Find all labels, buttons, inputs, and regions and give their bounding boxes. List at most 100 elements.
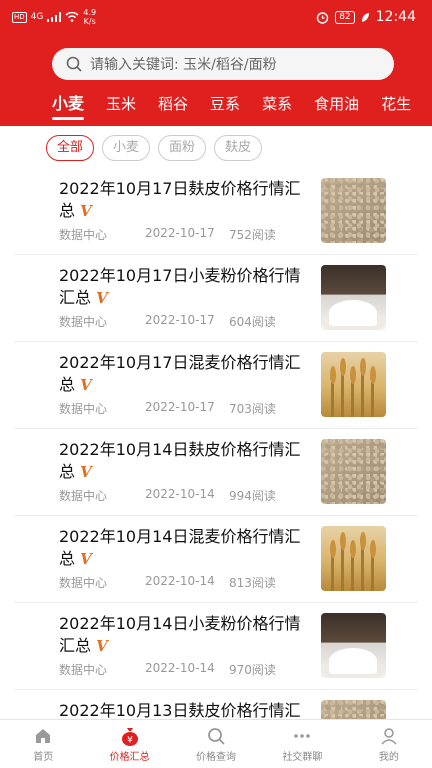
vip-mark-icon: V bbox=[80, 463, 92, 481]
article-source: 数据中心 bbox=[59, 315, 108, 329]
article-date: 2022-10-14 bbox=[145, 487, 215, 501]
nav-item[interactable]: 我的 bbox=[346, 720, 432, 768]
bottom-nav: 首页 ¥ 价格汇总 价格查询 社交群聊 我的 bbox=[0, 719, 432, 768]
article-source: 数据中心 bbox=[59, 663, 108, 677]
nav-item[interactable]: ¥ 价格汇总 bbox=[86, 720, 172, 768]
wheat-ear bbox=[359, 358, 366, 376]
search-icon bbox=[66, 56, 82, 72]
wheat-ear bbox=[329, 366, 336, 384]
wheat-ear bbox=[369, 366, 376, 384]
search-icon bbox=[206, 726, 226, 746]
filter-chips: 全部 小麦 面粉 麸皮 bbox=[46, 135, 263, 161]
list-item[interactable]: 2022年10月17日小麦粉价格行情汇总 V 数据中心 2022-10-17 604阅… bbox=[14, 255, 418, 342]
article-title-text: 2022年10月17日混麦价格行情汇总 bbox=[59, 353, 301, 394]
signal-label: 4G bbox=[30, 12, 44, 22]
article-title: 2022年10月17日混麦价格行情汇总 V bbox=[59, 352, 311, 396]
filter-chip[interactable]: 面粉 bbox=[158, 135, 207, 161]
article-reads: 994阅读 bbox=[229, 489, 276, 503]
article-title-text: 2022年10月14日麸皮价格行情汇总 bbox=[59, 440, 301, 481]
signal-icon bbox=[47, 12, 62, 22]
article-title: 2022年10月17日麸皮价格行情汇总 V bbox=[59, 178, 311, 222]
vip-mark-icon: V bbox=[80, 376, 92, 394]
wheat-ear bbox=[329, 540, 336, 558]
article-meta: 数据中心 2022-10-14 813阅读 bbox=[59, 574, 276, 591]
article-title-text: 2022年10月14日混麦价格行情汇总 bbox=[59, 527, 301, 568]
wheat-stalk bbox=[331, 379, 334, 417]
vip-mark-icon: V bbox=[80, 202, 92, 220]
leaf-icon bbox=[361, 12, 369, 22]
article-source: 数据中心 bbox=[59, 576, 108, 590]
article-source: 数据中心 bbox=[59, 489, 108, 503]
article-source: 数据中心 bbox=[59, 402, 108, 416]
article-reads: 813阅读 bbox=[229, 576, 276, 590]
list-item[interactable]: 2022年10月17日麸皮价格行情汇总 V 数据中心 2022-10-17 752阅读 bbox=[14, 168, 418, 255]
tab-category[interactable]: 稻谷 bbox=[158, 90, 188, 126]
wheat-stalk bbox=[351, 379, 354, 417]
article-reads: 703阅读 bbox=[229, 402, 276, 416]
wheat-stalk bbox=[341, 545, 344, 591]
article-thumbnail bbox=[321, 613, 386, 678]
list-item[interactable]: 2022年10月14日混麦价格行情汇总 V 数据中心 2022-10-14 813阅读 bbox=[14, 516, 418, 603]
article-date: 2022-10-14 bbox=[145, 661, 215, 675]
flour-pile bbox=[329, 300, 377, 326]
nav-item[interactable]: 社交群聊 bbox=[259, 720, 345, 768]
article-date: 2022-10-17 bbox=[145, 226, 215, 240]
home-icon bbox=[33, 726, 53, 746]
nav-item[interactable]: 首页 bbox=[0, 720, 86, 768]
search-bar[interactable]: 请输入关键词: 玉米/稻谷/面粉 bbox=[52, 48, 394, 80]
article-thumbnail bbox=[321, 265, 386, 330]
article-meta: 数据中心 2022-10-17 604阅读 bbox=[59, 313, 276, 330]
article-meta: 数据中心 2022-10-17 752阅读 bbox=[59, 226, 276, 243]
article-date: 2022-10-14 bbox=[145, 574, 215, 588]
article-reads: 604阅读 bbox=[229, 315, 276, 329]
filter-chip[interactable]: 小麦 bbox=[102, 135, 151, 161]
tab-category[interactable]: 小麦 bbox=[52, 90, 85, 126]
list-item[interactable]: 2022年10月17日混麦价格行情汇总 V 数据中心 2022-10-17 703阅读 bbox=[14, 342, 418, 429]
article-title: 2022年10月17日小麦粉价格行情汇总 V bbox=[59, 265, 311, 309]
list-item[interactable]: 2022年10月14日小麦粉价格行情汇总 V 数据中心 2022-10-14 970阅… bbox=[14, 603, 418, 690]
list-item[interactable]: 2022年10月14日麸皮价格行情汇总 V 数据中心 2022-10-14 994阅读 bbox=[14, 429, 418, 516]
wheat-stalk bbox=[371, 553, 374, 591]
nav-label: 价格查询 bbox=[196, 751, 237, 763]
wheat-ear bbox=[359, 532, 366, 550]
filter-chip[interactable]: 全部 bbox=[46, 135, 95, 161]
nav-label: 我的 bbox=[378, 751, 399, 763]
vip-mark-icon: V bbox=[80, 550, 92, 568]
tab-category[interactable]: 食用油 bbox=[314, 90, 359, 126]
article-date: 2022-10-17 bbox=[145, 400, 215, 414]
vip-mark-icon: V bbox=[96, 289, 108, 307]
nav-item[interactable]: 价格查询 bbox=[173, 720, 259, 768]
tab-category[interactable]: 豆系 bbox=[210, 90, 240, 126]
wheat-ear bbox=[339, 358, 346, 376]
wheat-stalk bbox=[361, 371, 364, 417]
article-thumbnail bbox=[321, 526, 386, 591]
wifi-icon bbox=[65, 12, 79, 22]
status-bar: HD 4G 4.9 K/s 82 12:44 bbox=[0, 0, 432, 34]
article-date: 2022-10-17 bbox=[145, 313, 215, 327]
article-thumbnail bbox=[321, 178, 386, 243]
battery-indicator: 82 bbox=[335, 10, 355, 24]
flour-pile bbox=[329, 648, 377, 674]
header: 请输入关键词: 玉米/稻谷/面粉 小麦 玉米 稻谷 豆系 菜系 食用油 花生 bbox=[0, 34, 432, 126]
vip-mark-icon: V bbox=[96, 637, 108, 655]
wheat-ear bbox=[349, 366, 356, 384]
net-speed-value: 4.9 bbox=[83, 8, 97, 17]
wheat-stalk bbox=[371, 379, 374, 417]
nav-label: 价格汇总 bbox=[109, 751, 150, 763]
search-placeholder: 请输入关键词: 玉米/稻谷/面粉 bbox=[90, 57, 277, 73]
article-meta: 数据中心 2022-10-17 703阅读 bbox=[59, 400, 276, 417]
article-thumbnail bbox=[321, 439, 386, 504]
hd-badge: HD bbox=[12, 11, 27, 23]
wheat-stalk bbox=[341, 371, 344, 417]
money-bag-icon: ¥ bbox=[120, 726, 140, 746]
tab-category[interactable]: 玉米 bbox=[106, 90, 136, 126]
tab-category[interactable]: 花生 bbox=[381, 90, 411, 126]
article-title: 2022年10月14日混麦价格行情汇总 V bbox=[59, 526, 311, 570]
article-title-text: 2022年10月17日麸皮价格行情汇总 bbox=[59, 179, 301, 220]
tab-category[interactable]: 菜系 bbox=[262, 90, 292, 126]
article-source: 数据中心 bbox=[59, 228, 108, 242]
app-screen: HD 4G 4.9 K/s 82 12:44 请输入关键词: 玉米/稻谷/面粉 … bbox=[0, 0, 432, 768]
filter-chip[interactable]: 麸皮 bbox=[214, 135, 263, 161]
alarm-icon bbox=[316, 11, 329, 24]
net-speed: 4.9 K/s bbox=[83, 8, 96, 26]
